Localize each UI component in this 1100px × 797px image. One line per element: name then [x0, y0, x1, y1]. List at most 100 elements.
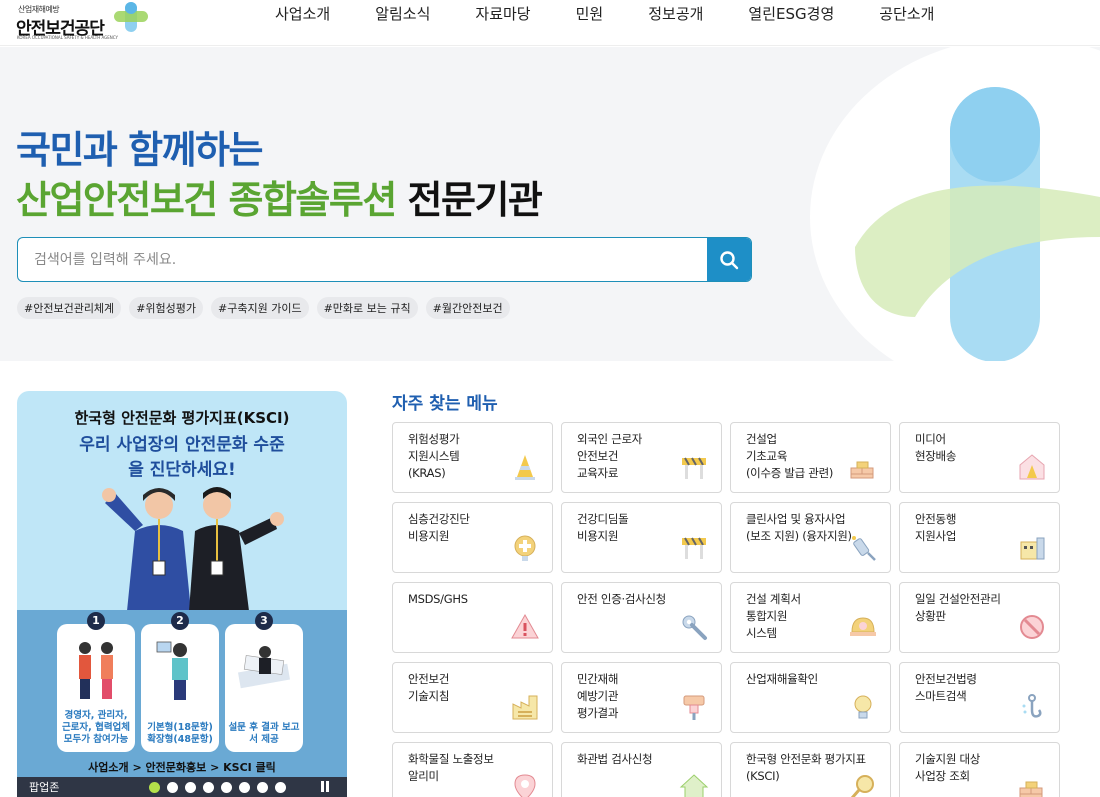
quick-menu-card[interactable]: MSDS/GHS [392, 582, 553, 653]
quick-menu-label: 산업재해율확인 [746, 672, 818, 686]
building-icon [1020, 537, 1045, 560]
banner-steps: 1 경영자, 관리자, 근로자, 협력업체 모두가 참여가능 2 기본형(18문… [57, 612, 303, 752]
quick-menu-label: 일일 건설안전관리 상황판 [915, 592, 1001, 623]
logo-cross-mark-icon [114, 2, 148, 32]
site-header: 산업재해예방 안전보건공단 KOREA OCCUPATIONAL SAFETY … [0, 0, 1100, 46]
bulb-icon [854, 695, 872, 719]
quick-menu-label: 안전동행 지원사업 [915, 512, 957, 543]
slide-dot[interactable] [203, 782, 214, 793]
bricks-icon [850, 461, 874, 479]
step-card: 3 설문 후 결과 보고서 제공 [225, 612, 303, 752]
kosha-logo[interactable]: 산업재해예방 안전보건공단 KOREA OCCUPATIONAL SAFETY … [16, 2, 148, 42]
nav-item-resources[interactable]: 자료마당 [475, 3, 530, 24]
search-doc-icon [850, 775, 874, 797]
quick-menu-card[interactable]: 한국형 안전문화 평가지표 (KSCI) [730, 742, 891, 797]
bricks-icon [1019, 781, 1043, 797]
quick-menu-card[interactable]: 안전 인증·검사신청 [561, 582, 722, 653]
location-icon [514, 774, 536, 797]
quick-menu-card[interactable]: 산업재해율확인 [730, 662, 891, 733]
quick-menu-card[interactable]: 기술지원 대상 사업장 조회 [899, 742, 1060, 797]
quick-menu-label: 민간재해 예방기관 평가결과 [577, 672, 619, 720]
nav-item-news[interactable]: 알림소식 [375, 3, 430, 24]
quick-menu-card[interactable]: 위험성평가 지원시스템 (KRAS) [392, 422, 553, 493]
step-caption: 경영자, 관리자, 근로자, 협력업체 모두가 참여가능 [61, 710, 131, 745]
quick-menu-card[interactable]: 미디어 현장배송 [899, 422, 1060, 493]
quick-menu-card[interactable]: 외국인 근로자 안전보건 교육자료 [561, 422, 722, 493]
nav-item-disclosure[interactable]: 정보공개 [648, 3, 703, 24]
quick-menu-card[interactable]: 건설 계획서 통합지원 시스템 [730, 582, 891, 653]
step-caption: 설문 후 결과 보고서 제공 [228, 722, 300, 745]
hook-icon [1022, 694, 1042, 718]
logo-english: KOREA OCCUPATIONAL SAFETY & HEALTH AGENC… [17, 35, 118, 40]
quick-menu-label: 화관법 검사신청 [577, 752, 653, 766]
search-input[interactable] [18, 238, 708, 281]
quick-menu-label: 안전 인증·검사신청 [577, 592, 666, 606]
hero-title-line2: 산업안전보건 종합솔루션 전문기관 [16, 169, 543, 224]
popup-zone-bar: 팝업존 [17, 777, 347, 797]
ksci-popup-banner[interactable]: 한국형 안전문화 평가지표(KSCI) 우리 사업장의 안전문화 수준을 진단하… [17, 391, 347, 797]
step-number: 3 [255, 612, 273, 630]
step-caption: 기본형(18문항) 확장형(48문항) [147, 722, 213, 745]
hashtag[interactable]: #안전보건관리체계 [17, 297, 122, 319]
hashtag[interactable]: #월간안전보건 [425, 297, 510, 319]
workers-illustration-icon [102, 487, 284, 611]
nav-item-civil[interactable]: 민원 [576, 3, 604, 24]
quick-menu-label: 건설업 기초교육 (이수증 발급 관련) [746, 432, 834, 480]
quick-menu-card[interactable]: 심층건강진단 비용지원 [392, 502, 553, 573]
hashtag[interactable]: #만화로 보는 규칙 [316, 297, 418, 319]
house-cone-icon [1019, 454, 1045, 480]
quick-menu-title: 자주 찾는 메뉴 [392, 394, 498, 414]
helmet-icon [850, 617, 876, 636]
hashtag[interactable]: #위험성평가 [129, 297, 204, 319]
slide-dot[interactable] [257, 782, 268, 793]
nav-item-about[interactable]: 공단소개 [879, 3, 934, 24]
slide-dot[interactable] [167, 782, 178, 793]
step-card: 1 경영자, 관리자, 근로자, 협력업체 모두가 참여가능 [57, 612, 135, 752]
slide-dot[interactable] [275, 782, 286, 793]
hero-title-dark: 전문기관 [407, 178, 543, 222]
popup-zone-label: 팝업존 [29, 781, 60, 794]
quick-menu-card[interactable]: 민간재해 예방기관 평가결과 [561, 662, 722, 733]
banner-title: 한국형 안전문화 평가지표(KSCI) [74, 409, 290, 427]
quick-menu-card[interactable]: 건설업 기초교육 (이수증 발급 관련) [730, 422, 891, 493]
search-box [17, 237, 752, 282]
quick-menu-card[interactable]: 일일 건설안전관리 상황판 [899, 582, 1060, 653]
person-laptop-icon [156, 641, 188, 700]
barrier-icon [682, 457, 706, 479]
quick-menu-label: MSDS/GHS [408, 592, 468, 606]
search-icon [720, 250, 739, 269]
hashtag[interactable]: #구축지원 가이드 [211, 297, 309, 319]
barrier-icon [682, 537, 706, 559]
quick-menu-card[interactable]: 건강디딤돌 비용지원 [561, 502, 722, 573]
nav-item-business[interactable]: 사업소개 [275, 3, 330, 24]
quick-menu-card[interactable]: 안전보건 기술지침 [392, 662, 553, 733]
banner-menu-path: 사업소개 > 안전문화홍보 > KSCI 클릭 [88, 761, 276, 774]
hero-title-line1: 국민과 함께하는 [16, 128, 263, 172]
quick-menu-card[interactable]: 클린사업 및 융자사업 (보조 지원) (융자지원) [730, 502, 891, 573]
slide-dot[interactable] [185, 782, 196, 793]
quick-menu-label: 안전보건 기술지침 [408, 672, 450, 703]
nav-item-esg[interactable]: 열린ESG경영 [748, 3, 834, 24]
quick-menu-label: 건설 계획서 통합지원 시스템 [746, 592, 801, 640]
search-button[interactable] [707, 238, 751, 281]
quick-menu-label: 심층건강진단 비용지원 [408, 512, 470, 543]
wrench-icon [682, 615, 707, 640]
home-icon [679, 774, 709, 797]
pause-icon[interactable] [321, 781, 329, 792]
report-documents-icon [237, 646, 291, 689]
sprayer-icon [852, 536, 876, 561]
warning-icon [511, 613, 539, 639]
hero-section: 국민과 함께하는 산업안전보건 종합솔루션 전문기관 #안전보건관리체계 #위험… [0, 47, 1100, 361]
slide-dot[interactable] [149, 782, 160, 793]
quick-menu-card[interactable]: 화관법 검사신청 [561, 742, 722, 797]
hero-cross-graphic-icon [855, 87, 1100, 361]
slide-dot[interactable] [239, 782, 250, 793]
people-meeting-icon [79, 642, 113, 699]
quick-menu-card[interactable]: 안전보건법령 스마트검색 [899, 662, 1060, 733]
quick-menu-card[interactable]: 안전동행 지원사업 [899, 502, 1060, 573]
quick-menu-card[interactable]: 화학물질 노출정보 알리미 [392, 742, 553, 797]
quick-menu-label: 안전보건법령 스마트검색 [915, 672, 977, 703]
quick-menu-label: 외국인 근로자 안전보건 교육자료 [577, 432, 643, 480]
slide-dot[interactable] [221, 782, 232, 793]
medical-badge-icon [514, 535, 536, 561]
